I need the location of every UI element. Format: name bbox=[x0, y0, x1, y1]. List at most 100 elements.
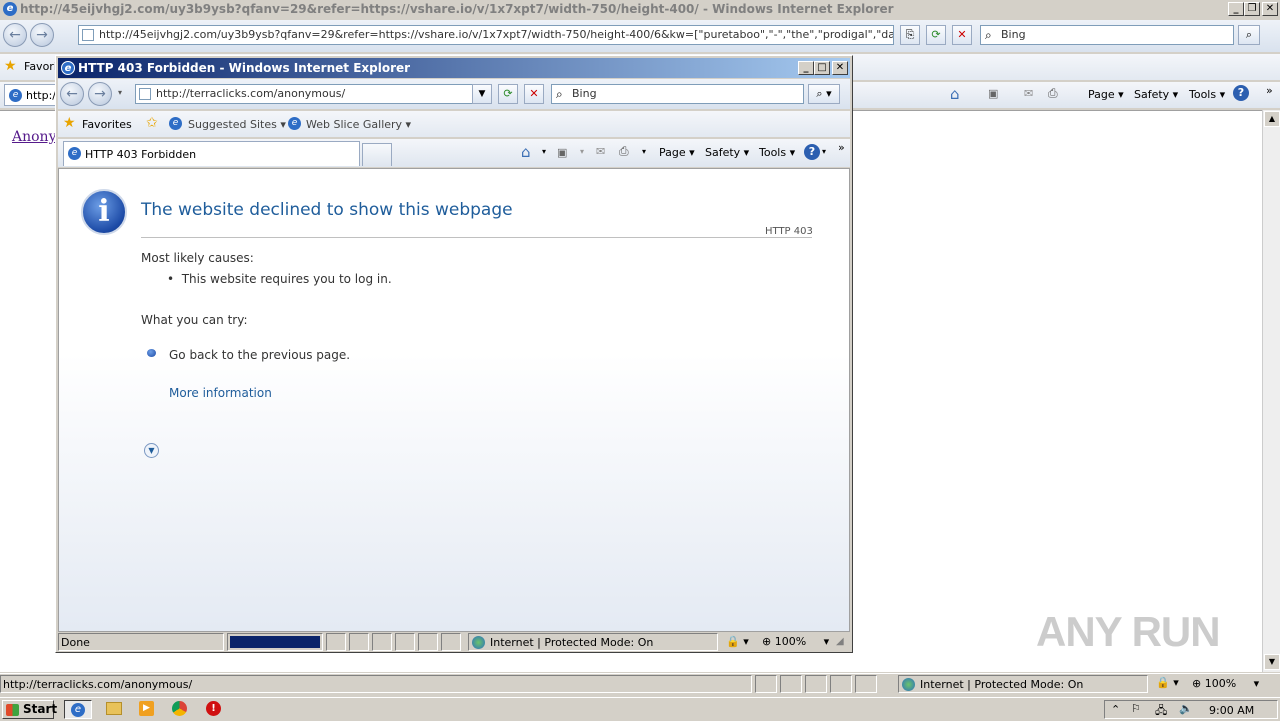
help-dropdown-icon[interactable]: ▾ bbox=[822, 147, 826, 156]
bg-tools-menu[interactable]: Tools ▾ bbox=[1189, 88, 1225, 101]
help-icon[interactable]: ? bbox=[1233, 85, 1249, 101]
info-icon: i bbox=[81, 189, 127, 235]
close-button[interactable]: ✕ bbox=[832, 61, 848, 75]
bullet-dot-icon bbox=[147, 349, 156, 357]
bg-zoom-control[interactable]: ⊕ 100% ▾ bbox=[1192, 677, 1259, 690]
ie-icon: e bbox=[9, 89, 22, 102]
fg-favorites-button[interactable]: Favorites bbox=[82, 118, 132, 131]
help-icon[interactable]: ? bbox=[804, 144, 820, 160]
back-button[interactable]: ← bbox=[3, 23, 27, 47]
protected-mode-icon[interactable]: 🔒 ▾ bbox=[726, 635, 749, 648]
history-dropdown-icon[interactable]: ▾ bbox=[118, 88, 122, 97]
status-segment bbox=[395, 633, 415, 651]
fg-address-field[interactable]: http://terraclicks.com/anonymous/ bbox=[135, 84, 491, 104]
bg-scrollbar[interactable]: ▲ ▼ bbox=[1262, 110, 1280, 672]
bg-nav-row: ← → http://45eijvhgj2.com/uy3b9ysb?qfanv… bbox=[0, 20, 1280, 52]
home-dropdown-icon[interactable]: ▾ bbox=[542, 147, 546, 156]
refresh-button[interactable]: ⟳ bbox=[498, 84, 518, 104]
go-back-link[interactable]: Go back to the previous page. bbox=[169, 348, 350, 362]
fg-window-title: HTTP 403 Forbidden - Windows Internet Ex… bbox=[78, 61, 411, 75]
home-icon[interactable]: ⌂ bbox=[521, 143, 531, 161]
page-icon bbox=[82, 29, 94, 41]
print-icon[interactable]: ⎙ bbox=[1048, 86, 1058, 101]
clock[interactable]: 9:00 AM bbox=[1209, 704, 1254, 717]
add-favorite-icon[interactable]: ✩ bbox=[146, 115, 158, 131]
fg-tab-active[interactable]: e HTTP 403 Forbidden bbox=[63, 141, 360, 166]
fg-tools-menu[interactable]: Tools ▾ bbox=[759, 146, 795, 159]
chrome-icon[interactable] bbox=[172, 701, 187, 716]
forward-button[interactable]: → bbox=[30, 23, 54, 47]
bg-address-field[interactable]: http://45eijvhgj2.com/uy3b9ysb?qfanv=29&… bbox=[78, 25, 894, 45]
status-segment bbox=[418, 633, 438, 651]
fg-nav-row: ← → ▾ http://terraclicks.com/anonymous/ … bbox=[58, 79, 850, 109]
bg-title-bar: e http://45eijvhgj2.com/uy3b9ysb?qfanv=2… bbox=[0, 0, 1280, 18]
refresh-button[interactable]: ⟳ bbox=[926, 25, 946, 45]
print-icon[interactable]: ⎙ bbox=[619, 144, 629, 159]
media-player-icon[interactable]: ▶ bbox=[139, 701, 154, 716]
expand-chevron-icon[interactable]: ▼ bbox=[144, 443, 159, 458]
search-button[interactable]: ⌕ bbox=[1238, 25, 1260, 45]
feeds-icon[interactable]: ▣ bbox=[988, 87, 998, 100]
network-icon[interactable]: 🖧 bbox=[1155, 702, 1167, 721]
red-app-icon[interactable]: ! bbox=[206, 701, 221, 716]
search-button[interactable]: ⌕ ▾ bbox=[808, 84, 840, 104]
stop-button[interactable]: ✕ bbox=[952, 25, 972, 45]
system-tray: ⌃ ⚐ 🖧 🔈 9:00 AM bbox=[1104, 700, 1278, 719]
folder-icon[interactable] bbox=[106, 702, 122, 715]
close-button[interactable]: ✕ bbox=[1262, 2, 1278, 16]
flag-icon[interactable]: ⚐ bbox=[1131, 702, 1141, 715]
mail-icon[interactable]: ✉ bbox=[596, 145, 605, 158]
new-tab-button[interactable] bbox=[362, 143, 392, 166]
fg-search-field[interactable]: Bing bbox=[551, 84, 804, 104]
compat-view-button[interactable]: ⎘ bbox=[900, 25, 920, 45]
scroll-up-arrow-icon[interactable]: ▲ bbox=[1264, 111, 1280, 127]
volume-icon[interactable]: 🔈 bbox=[1179, 702, 1193, 715]
fg-safety-menu[interactable]: Safety ▾ bbox=[705, 146, 749, 159]
fg-zoom-control[interactable]: ⊕ 100% ▾ bbox=[762, 635, 829, 648]
fg-status-zone: Internet | Protected Mode: On bbox=[468, 633, 718, 651]
protected-mode-icon[interactable]: 🔒 ▾ bbox=[1156, 676, 1179, 689]
more-information-link[interactable]: More information bbox=[169, 386, 272, 400]
status-segment bbox=[855, 675, 877, 693]
maximize-button[interactable]: □ bbox=[814, 61, 830, 75]
suggested-sites-button[interactable]: Suggested Sites ▾ bbox=[188, 118, 286, 131]
bg-search-field[interactable]: Bing bbox=[980, 25, 1234, 45]
search-icon: ⌕ bbox=[556, 87, 563, 101]
http-code: HTTP 403 bbox=[765, 226, 813, 237]
restore-button[interactable]: ❐ bbox=[1244, 2, 1260, 16]
chevron-more-icon[interactable]: » bbox=[1266, 84, 1273, 97]
fg-status-bar: Done Internet | Protected Mode: On 🔒 ▾ ⊕… bbox=[58, 632, 850, 651]
minimize-button[interactable]: _ bbox=[798, 61, 814, 75]
print-dropdown-icon[interactable]: ▾ bbox=[642, 147, 646, 156]
bg-safety-menu[interactable]: Safety ▾ bbox=[1134, 88, 1178, 101]
mail-icon[interactable]: ✉ bbox=[1024, 87, 1033, 100]
tray-expand-icon[interactable]: ⌃ bbox=[1111, 703, 1120, 716]
start-button[interactable]: Start bbox=[2, 700, 57, 719]
resize-grip-icon[interactable]: ◢ bbox=[836, 636, 844, 647]
anyrun-watermark: ANY RUN bbox=[1036, 608, 1221, 655]
feeds-dropdown-icon[interactable]: ▾ bbox=[580, 147, 584, 156]
feeds-icon[interactable]: ▣ bbox=[557, 146, 567, 159]
forward-button[interactable]: → bbox=[88, 82, 112, 106]
back-button[interactable]: ← bbox=[60, 82, 84, 106]
ie-icon: e bbox=[288, 117, 301, 130]
bg-page-menu[interactable]: Page ▾ bbox=[1088, 88, 1124, 101]
chevron-more-icon[interactable]: » bbox=[838, 141, 845, 154]
web-slice-gallery-button[interactable]: Web Slice Gallery ▾ bbox=[306, 118, 411, 131]
fg-page-menu[interactable]: Page ▾ bbox=[659, 146, 695, 159]
stop-button[interactable]: ✕ bbox=[524, 84, 544, 104]
status-segment bbox=[780, 675, 802, 693]
home-icon[interactable]: ⌂ bbox=[950, 85, 960, 103]
search-icon: ⌕ bbox=[985, 28, 992, 42]
bg-favorites-button[interactable]: Favori bbox=[24, 60, 57, 73]
address-dropdown-button[interactable]: ▼ bbox=[472, 84, 492, 104]
bg-status-bar: http://terraclicks.com/anonymous/ Intern… bbox=[0, 673, 1280, 693]
bg-page-link[interactable]: Anony bbox=[12, 129, 56, 145]
zoom-icon: ⊕ bbox=[1192, 677, 1202, 690]
scroll-down-arrow-icon[interactable]: ▼ bbox=[1264, 654, 1280, 670]
taskbar-ie-button[interactable]: e bbox=[64, 700, 92, 719]
bg-status-url-segment: http://terraclicks.com/anonymous/ bbox=[0, 675, 752, 693]
status-segment bbox=[326, 633, 346, 651]
minimize-button[interactable]: _ bbox=[1228, 2, 1244, 16]
cause-item: • This website requires you to log in. bbox=[167, 272, 392, 286]
